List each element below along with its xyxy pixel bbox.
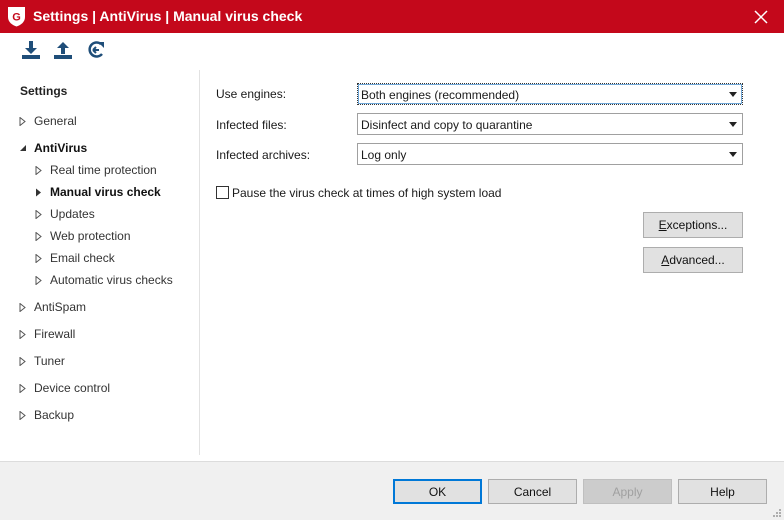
infected-files-label: Infected files: [216,118,287,132]
infected-archives-value: Log only [361,148,407,162]
logo-letter: G [12,12,21,24]
expand-arrow-icon [35,160,50,180]
title-bar: G Settings | AntiVirus | Manual virus ch… [0,0,784,33]
gdata-logo-icon: G [8,7,25,27]
expand-arrow-icon [35,270,50,290]
sidebar-item-updates[interactable]: Updates [35,204,95,224]
chevron-down-icon [729,152,737,157]
expand-arrow-icon [19,297,34,317]
sidebar-item-antispam[interactable]: AntiSpam [19,297,86,317]
expand-arrow-icon [19,405,34,425]
close-button[interactable] [738,0,784,33]
expand-arrow-icon [19,324,34,344]
infected-archives-select[interactable]: Log only [357,143,743,165]
sidebar-item-manual-virus-check[interactable]: Manual virus check [35,182,161,202]
expand-arrow-icon [19,351,34,371]
collapse-arrow-icon [19,138,34,158]
chevron-down-icon [729,122,737,127]
sidebar-item-real-time-protection[interactable]: Real time protection [35,160,157,180]
infected-files-value: Disinfect and copy to quarantine [361,118,533,132]
sidebar-item-antivirus[interactable]: AntiVirus [19,138,87,158]
import-settings-button[interactable] [19,38,43,62]
sidebar-item-firewall[interactable]: Firewall [19,324,75,344]
use-engines-select[interactable]: Both engines (recommended) [357,83,743,105]
pause-check-label[interactable]: Pause the virus check at times of high s… [232,186,501,200]
settings-navigation: Settings General AntiVirus Real time pro… [0,70,200,455]
resize-grip-icon[interactable] [772,508,782,518]
expand-arrow-icon [35,204,50,224]
sidebar-item-tuner[interactable]: Tuner [19,351,65,371]
use-engines-label: Use engines: [216,87,287,101]
toolbar [0,33,784,67]
pause-check-checkbox[interactable] [216,186,229,199]
expand-arrow-icon [19,378,34,398]
infected-archives-label: Infected archives: [216,148,311,162]
chevron-down-icon [729,92,737,97]
manual-virus-check-panel: Use engines: Both engines (recommended) … [200,70,784,455]
sidebar-item-general[interactable]: General [19,111,77,131]
ok-button[interactable]: OK [393,479,482,504]
cancel-button[interactable]: Cancel [488,479,577,504]
infected-files-select[interactable]: Disinfect and copy to quarantine [357,113,743,135]
sidebar-item-device-control[interactable]: Device control [19,378,110,398]
advanced-button[interactable]: Advanced... [643,247,743,273]
download-icon [22,41,40,59]
sidebar-item-automatic-virus-checks[interactable]: Automatic virus checks [35,270,173,290]
window-title: Settings | AntiVirus | Manual virus chec… [33,8,303,24]
exceptions-button[interactable]: Exceptions... [643,212,743,238]
dialog-footer: OK Cancel Apply Help [0,461,784,520]
sidebar-heading: Settings [20,84,68,98]
restore-defaults-icon [88,41,104,58]
expand-arrow-icon [19,111,34,131]
sidebar-item-email-check[interactable]: Email check [35,248,115,268]
expand-arrow-icon [35,226,50,246]
upload-icon [54,42,72,59]
export-settings-button[interactable] [51,38,75,62]
expand-arrow-icon [35,248,50,268]
restore-defaults-button[interactable] [84,38,108,62]
use-engines-value: Both engines (recommended) [361,88,520,102]
sidebar-item-web-protection[interactable]: Web protection [35,226,131,246]
close-icon [754,9,768,24]
sidebar-item-backup[interactable]: Backup [19,405,74,425]
help-button[interactable]: Help [678,479,767,504]
selected-arrow-icon [35,182,50,202]
apply-button[interactable]: Apply [583,479,672,504]
